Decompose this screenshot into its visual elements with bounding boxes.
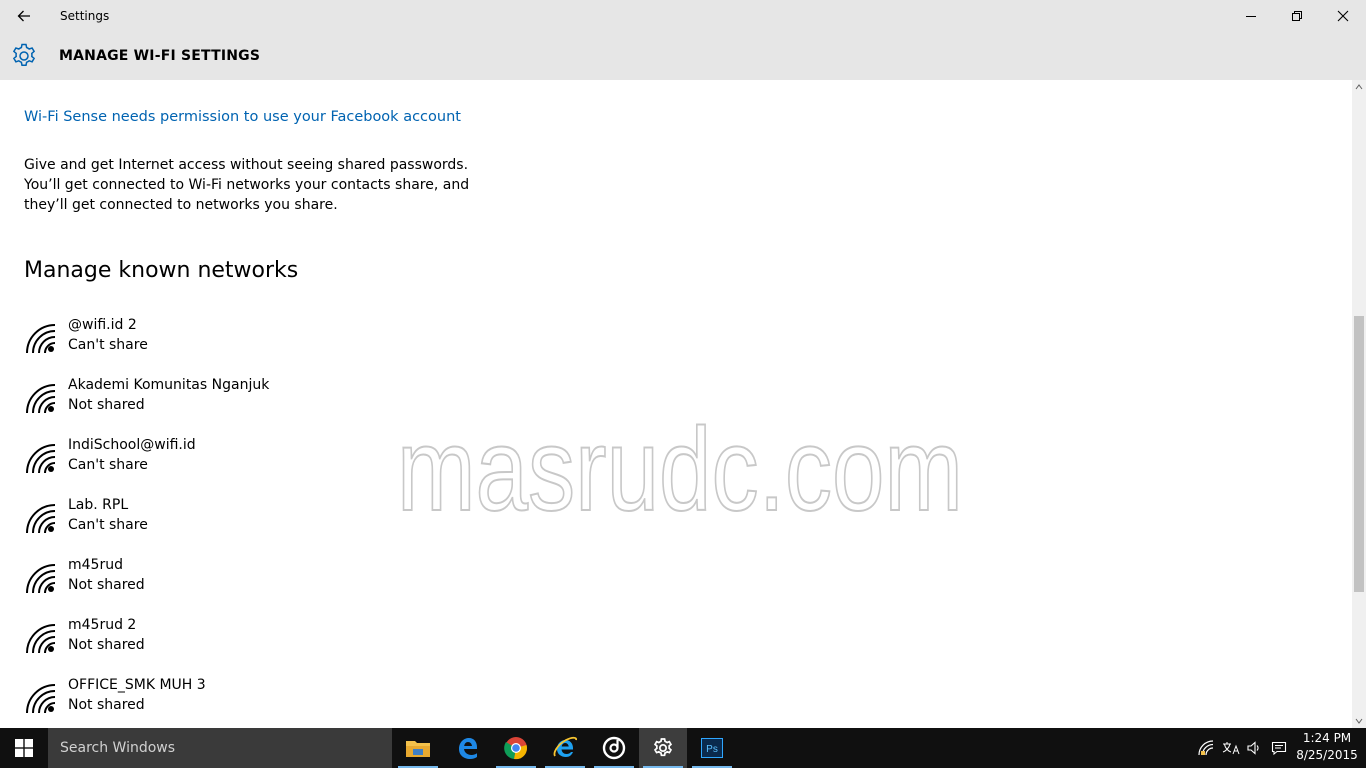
section-title-known-networks: Manage known networks (24, 258, 299, 283)
page-title: MANAGE WI-FI SETTINGS (59, 48, 261, 64)
clock-time: 1:24 PM (1302, 731, 1352, 745)
network-status: Not shared (68, 577, 145, 593)
taskbar-edge[interactable] (443, 728, 491, 768)
volume-icon (1247, 741, 1259, 755)
photoshop-icon: Ps (701, 738, 723, 758)
network-item[interactable]: @wifi.id 2 Can't share (24, 315, 524, 375)
window-title: Settings (60, 9, 110, 23)
windows-logo-icon (15, 739, 33, 757)
watermark: masrudc.com (396, 405, 964, 525)
taskbar-search-box[interactable]: Search Windows (48, 728, 392, 768)
gear-icon (12, 43, 36, 67)
taskbar-clock[interactable]: 1:24 PM 8/25/2015 (1294, 730, 1360, 764)
settings-icon (653, 738, 673, 757)
network-item[interactable]: m45rud Not shared (24, 555, 524, 615)
taskbar-chrome[interactable] (492, 728, 540, 768)
search-placeholder: Search Windows (60, 740, 176, 756)
description-line: Give and get Internet access without see… (24, 157, 469, 173)
network-item[interactable]: m45rud 2 Not shared (24, 615, 524, 675)
vertical-scrollbar[interactable] (1352, 80, 1366, 728)
facebook-permission-link[interactable]: Wi-Fi Sense needs permission to use your… (24, 109, 461, 125)
wifi-signal-icon (26, 564, 56, 594)
network-name: OFFICE_SMK MUH 3 (68, 677, 206, 693)
photoshop-label: Ps (706, 744, 718, 755)
network-name: @wifi.id 2 (68, 317, 137, 333)
network-status: Not shared (68, 637, 145, 653)
groove-music-icon (602, 736, 626, 760)
close-icon (1337, 10, 1349, 22)
language-icon (1222, 742, 1240, 755)
title-bar: Settings (0, 0, 1366, 32)
network-name: Lab. RPL (68, 497, 129, 513)
close-button[interactable] (1320, 0, 1366, 32)
network-name: m45rud 2 (68, 617, 137, 633)
network-name: Akademi Komunitas Nganjuk (68, 377, 270, 393)
description-line: You’ll get connected to Wi-Fi networks y… (24, 177, 470, 193)
network-name: m45rud (68, 557, 123, 573)
scrollbar-thumb[interactable] (1354, 316, 1364, 592)
network-status: Can't share (68, 517, 148, 533)
chevron-down-icon (1355, 718, 1363, 724)
back-button[interactable] (0, 0, 48, 32)
wifi-tray-icon (1198, 740, 1214, 756)
restore-icon (1292, 11, 1302, 21)
network-status: Can't share (68, 457, 148, 473)
scroll-up-button[interactable] (1352, 80, 1366, 94)
action-center-icon (1271, 741, 1287, 756)
taskbar: Search Windows Ps 1:24 PM 8/25/2015 (0, 728, 1366, 768)
tray-network[interactable] (1194, 728, 1218, 768)
back-arrow-icon (17, 10, 30, 22)
wifi-signal-icon (26, 324, 56, 354)
network-status: Not shared (68, 697, 145, 713)
wifi-sense-description: Give and get Internet access without see… (24, 155, 470, 215)
taskbar-internet-explorer[interactable] (541, 728, 589, 768)
minimize-icon (1246, 16, 1256, 17)
page-header: MANAGE WI-FI SETTINGS (0, 32, 1366, 80)
wifi-signal-icon (26, 444, 56, 474)
wifi-signal-icon (26, 684, 56, 714)
network-status: Can't share (68, 337, 148, 353)
internet-explorer-icon (553, 736, 577, 757)
tray-input-method[interactable] (1219, 728, 1243, 768)
network-name: IndiSchool@wifi.id (68, 437, 196, 453)
tray-action-center[interactable] (1267, 728, 1291, 768)
taskbar-file-explorer[interactable] (394, 728, 442, 768)
clock-date: 8/25/2015 (1296, 748, 1358, 762)
chrome-icon (504, 737, 527, 760)
edge-icon (459, 738, 477, 759)
tray-volume[interactable] (1242, 728, 1266, 768)
watermark-text: masrudc.com (397, 405, 963, 525)
wifi-signal-icon (26, 384, 56, 414)
file-explorer-icon (406, 741, 430, 757)
scroll-down-button[interactable] (1352, 714, 1366, 728)
network-item[interactable]: OFFICE_SMK MUH 3 Not shared (24, 675, 524, 728)
network-status: Not shared (68, 397, 145, 413)
wifi-signal-icon (26, 504, 56, 534)
minimize-button[interactable] (1228, 0, 1274, 32)
taskbar-groove-music[interactable] (590, 728, 638, 768)
taskbar-photoshop[interactable]: Ps (688, 728, 736, 768)
chevron-up-icon (1355, 84, 1363, 90)
taskbar-settings[interactable] (639, 728, 687, 768)
restore-button[interactable] (1274, 0, 1320, 32)
start-button[interactable] (0, 728, 48, 768)
description-line: they’ll get connected to networks you sh… (24, 197, 338, 213)
settings-content: Wi-Fi Sense needs permission to use your… (0, 80, 1352, 728)
wifi-signal-icon (26, 624, 56, 654)
